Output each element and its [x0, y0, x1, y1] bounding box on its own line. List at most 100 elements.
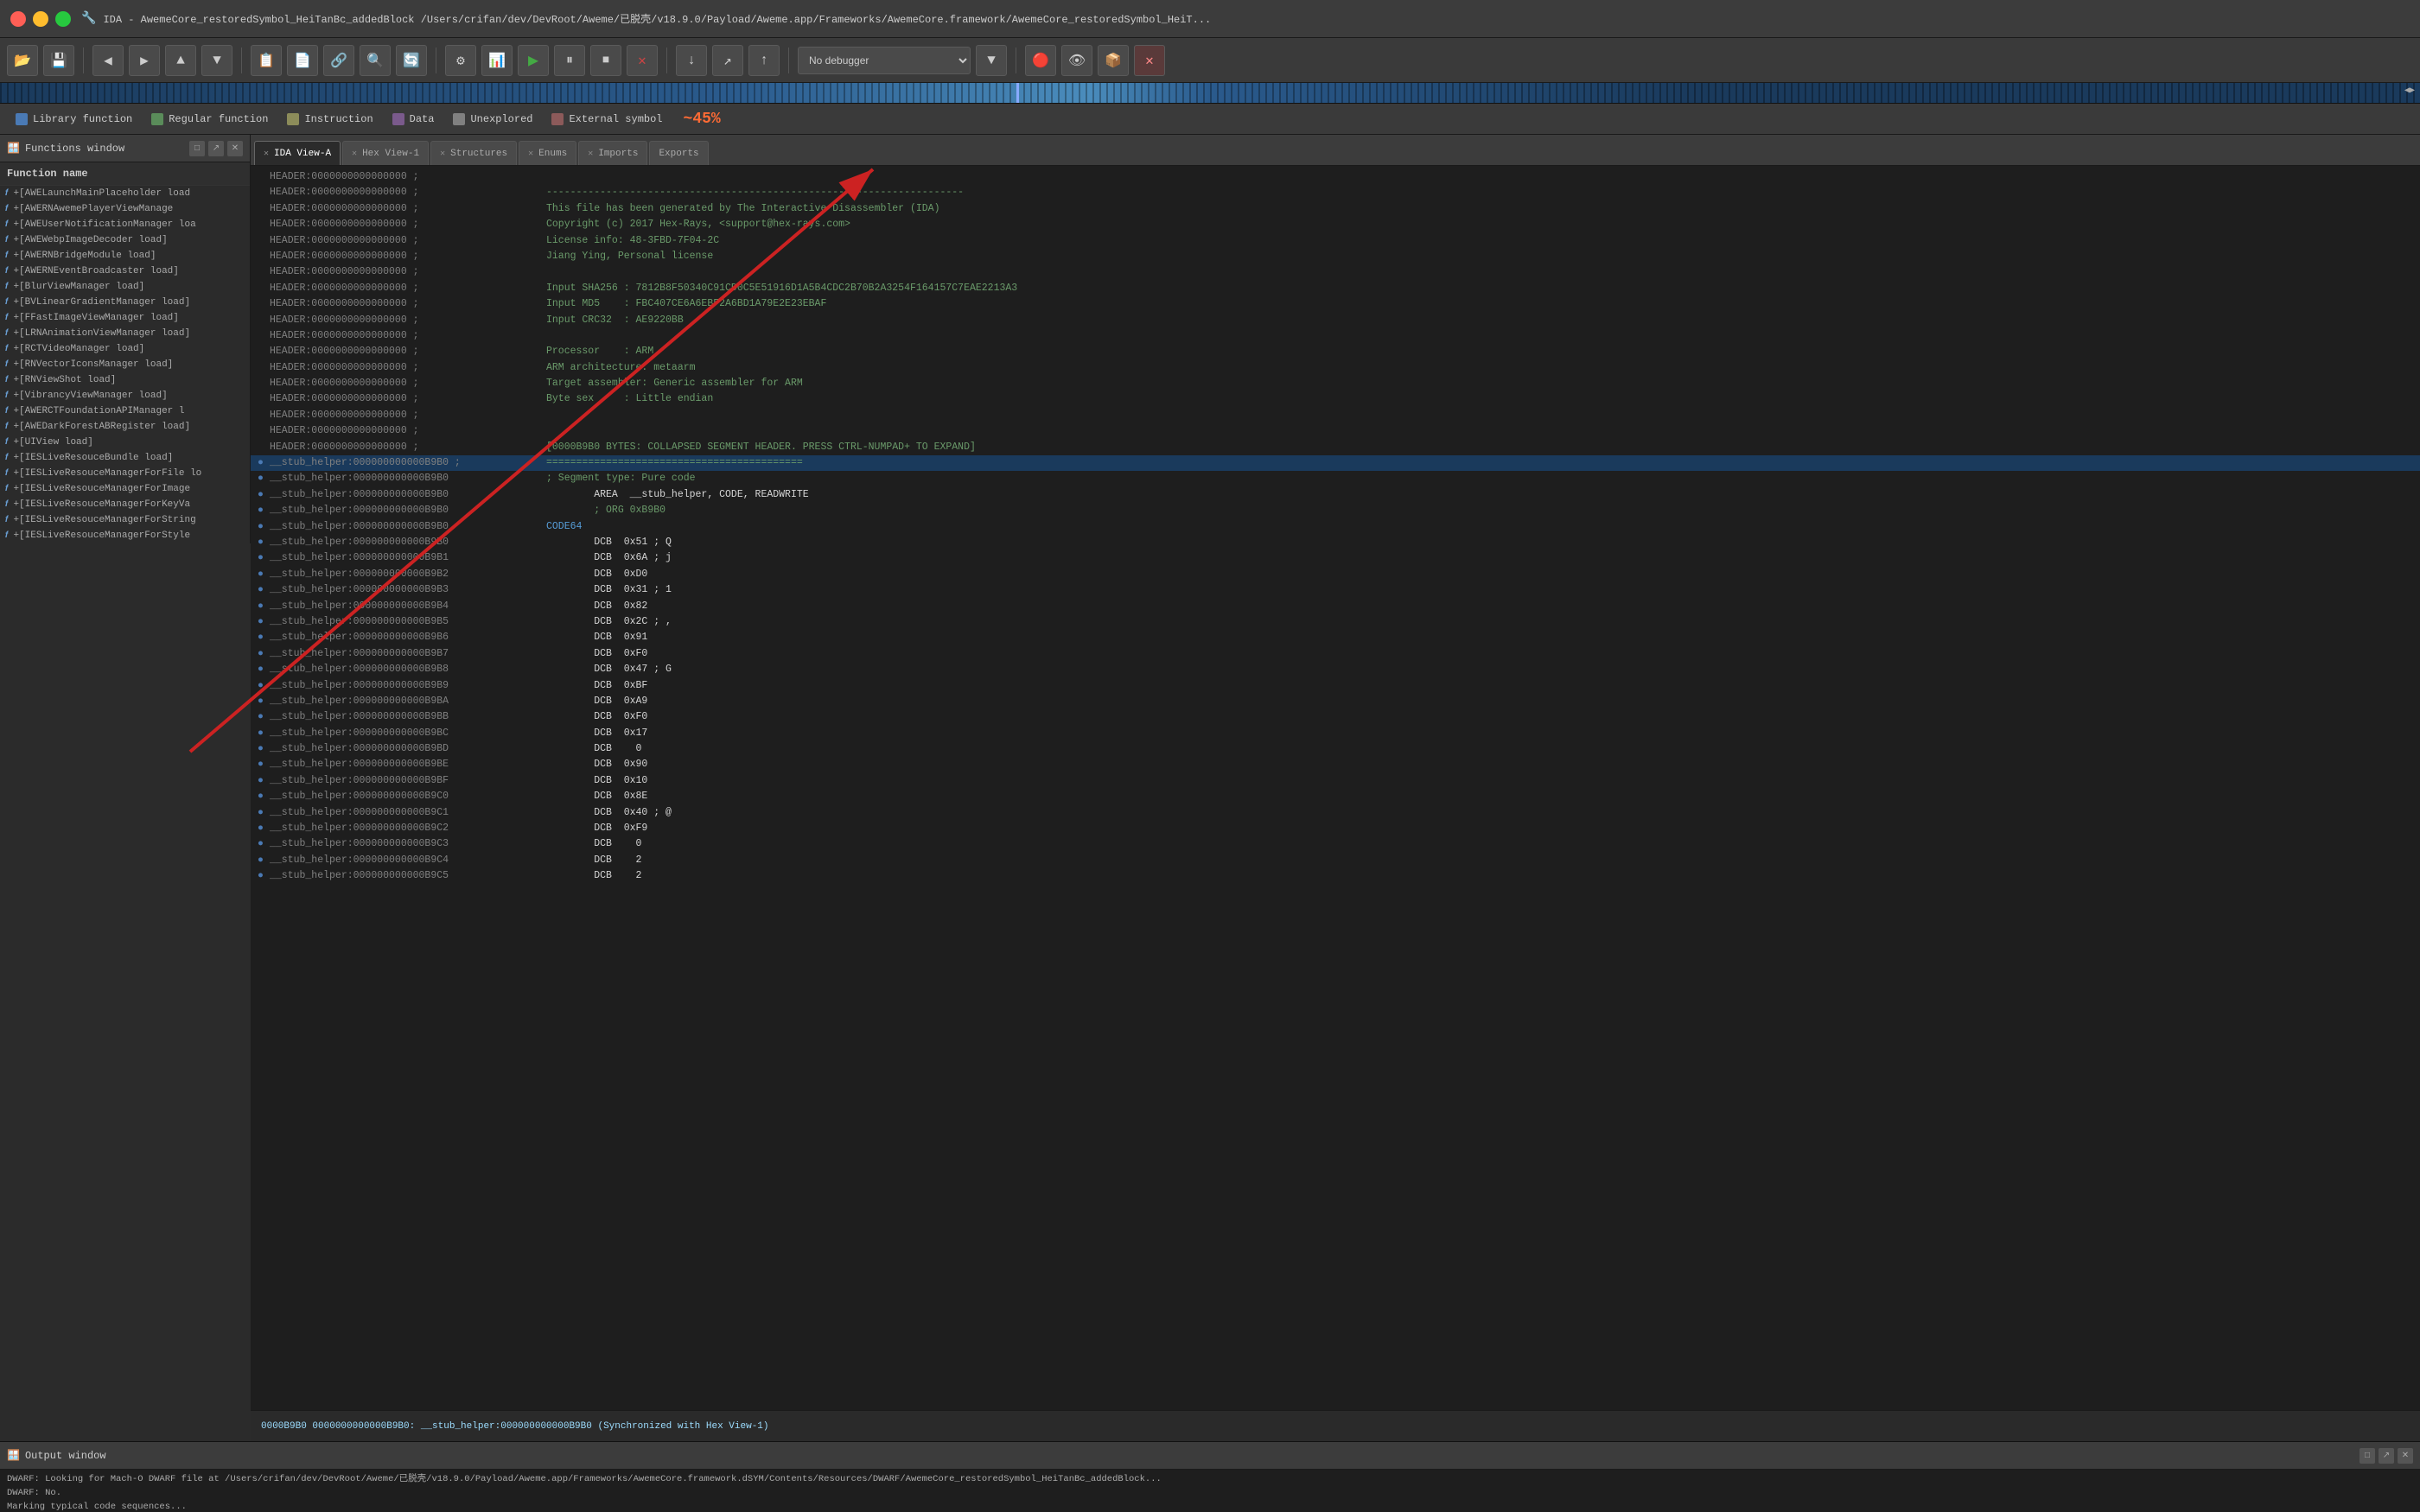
disasm-line[interactable]: ●__stub_helper:000000000000B9B0 AREA __s… [251, 487, 2420, 503]
disasm-line[interactable]: ●__stub_helper:000000000000B9C4 DCB 2 [251, 853, 2420, 868]
function-item[interactable]: 𝒇+[UIView load] [0, 435, 250, 450]
disasm-line[interactable]: ●__stub_helper:000000000000B9B2 DCB 0xD0 [251, 567, 2420, 582]
disasm-view[interactable]: HEADER:0000000000000000 ; HEADER:0000000… [251, 166, 2420, 1410]
disasm-line[interactable]: ●__stub_helper:000000000000B9B4 DCB 0x82 [251, 599, 2420, 614]
tab-hex-view[interactable]: ✕ Hex View-1 [342, 141, 429, 165]
tab-enums[interactable]: ✕ Enums [519, 141, 576, 165]
function-item[interactable]: 𝒇+[IESLiveResouceManagerForFile lo [0, 466, 250, 481]
disasm-line[interactable]: ●__stub_helper:000000000000B9C1 DCB 0x40… [251, 805, 2420, 821]
output-close[interactable]: ✕ [2398, 1448, 2413, 1464]
disasm-line[interactable]: ●__stub_helper:000000000000B9BE DCB 0x90 [251, 757, 2420, 772]
disasm-line[interactable]: HEADER:0000000000000000 ; [251, 169, 2420, 185]
toolbar-refresh[interactable]: 🔄 [396, 45, 427, 76]
debugger-select[interactable]: No debugger [798, 47, 971, 74]
function-item[interactable]: 𝒇+[IESLiveResouceManagerForString [0, 512, 250, 528]
tab-struct-close[interactable]: ✕ [440, 149, 445, 159]
toolbar-search[interactable]: 🔍 [360, 45, 391, 76]
function-item[interactable]: 𝒇+[IESLiveResouceBundle load] [0, 450, 250, 466]
toolbar-open[interactable]: 📂 [7, 45, 38, 76]
output-float[interactable]: ↗ [2379, 1448, 2394, 1464]
functions-list[interactable]: 𝒇+[AWELaunchMainPlaceholder load 𝒇+[AWERN… [0, 186, 250, 543]
legend-unexplored[interactable]: Unexplored [444, 110, 541, 129]
disasm-line[interactable]: HEADER:0000000000000000 ;Byte sex : Litt… [251, 391, 2420, 407]
disasm-line[interactable]: ●__stub_helper:000000000000B9C3 DCB 0 [251, 836, 2420, 852]
tab-disasm-close[interactable]: ✕ [264, 149, 269, 159]
disasm-line[interactable]: HEADER:0000000000000000 ;Input MD5 : FBC… [251, 296, 2420, 312]
disasm-line[interactable]: ●__stub_helper:000000000000B9C5 DCB 2 [251, 868, 2420, 884]
toolbar-breakpoint[interactable]: 🔴 [1025, 45, 1056, 76]
disasm-line[interactable]: ●__stub_helper:000000000000B9BC DCB 0x17 [251, 726, 2420, 741]
toolbar-xref[interactable]: 🔗 [323, 45, 354, 76]
disasm-line[interactable]: HEADER:0000000000000000 ;Input SHA256 : … [251, 281, 2420, 296]
disasm-line[interactable]: ●__stub_helper:000000000000B9B6 DCB 0x91 [251, 630, 2420, 645]
toolbar-up[interactable]: ▲ [165, 45, 196, 76]
tab-exports[interactable]: Exports [649, 141, 708, 165]
toolbar-graph[interactable]: 📊 [481, 45, 513, 76]
function-item[interactable]: 𝒇+[AWERCTFoundationAPIManager l [0, 403, 250, 419]
function-item[interactable]: 𝒇+[IESLiveResouceManagerForKeyVa [0, 497, 250, 512]
disasm-line[interactable]: ●__stub_helper:000000000000B9C2 DCB 0xF9 [251, 821, 2420, 836]
toolbar-step-out[interactable]: ↑ [748, 45, 780, 76]
legend-library[interactable]: Library function [7, 110, 141, 129]
disasm-line[interactable]: ●__stub_helper:000000000000B9B1 DCB 0x6A… [251, 550, 2420, 566]
toolbar-run[interactable]: ▶ [518, 45, 549, 76]
navigation-band[interactable]: ◀▶ [0, 83, 2420, 104]
toolbar-back[interactable]: ◀ [92, 45, 124, 76]
panel-minimize[interactable]: □ [189, 141, 205, 156]
toolbar-save[interactable]: 💾 [43, 45, 74, 76]
function-item[interactable]: 𝒇+[AWERNEventBroadcaster load] [0, 264, 250, 279]
toolbar-code[interactable]: 📄 [287, 45, 318, 76]
disasm-line[interactable]: HEADER:0000000000000000 ;Processor : ARM [251, 344, 2420, 359]
disasm-line[interactable]: ●__stub_helper:000000000000B9C0 DCB 0x8E [251, 789, 2420, 804]
toolbar-watch[interactable]: 👁 [1061, 45, 1092, 76]
disasm-line[interactable]: ●__stub_helper:000000000000B9BA DCB 0xA9 [251, 694, 2420, 709]
tab-disasm[interactable]: ✕ IDA View-A [254, 141, 341, 165]
panel-close[interactable]: ✕ [227, 141, 243, 156]
toolbar-step-over[interactable]: ↗ [712, 45, 743, 76]
toolbar-pause[interactable]: ⏸ [554, 45, 585, 76]
toolbar-debugger-settings[interactable]: ▼ [976, 45, 1007, 76]
disasm-line[interactable]: HEADER:0000000000000000 ;Jiang Ying, Per… [251, 249, 2420, 264]
disasm-line[interactable]: ●__stub_helper:000000000000B9B8 DCB 0x47… [251, 662, 2420, 677]
disasm-line[interactable]: HEADER:0000000000000000 ;Copyright (c) 2… [251, 217, 2420, 232]
tab-enums-close[interactable]: ✕ [528, 149, 533, 159]
tab-imports[interactable]: ✕ Imports [578, 141, 647, 165]
function-item[interactable]: 𝒇+[RCTVideoManager load] [0, 341, 250, 357]
maximize-button[interactable] [55, 11, 71, 27]
disasm-line[interactable]: ●__stub_helper:000000000000B9BB DCB 0xF0 [251, 709, 2420, 725]
legend-regular[interactable]: Regular function [143, 110, 277, 129]
toolbar-locals[interactable]: 📦 [1098, 45, 1129, 76]
toolbar-down[interactable]: ▼ [201, 45, 232, 76]
function-item[interactable]: 𝒇+[IESLiveResouceManagerForImage [0, 481, 250, 497]
disasm-line[interactable]: ●__stub_helper:000000000000B9B0CODE64 [251, 519, 2420, 535]
toolbar-stop[interactable]: ⏹ [590, 45, 621, 76]
disasm-line[interactable]: ●__stub_helper:000000000000B9B5 DCB 0x2C… [251, 614, 2420, 630]
function-item[interactable]: 𝒇+[AWELaunchMainPlaceholder load [0, 186, 250, 201]
legend-external[interactable]: External symbol [543, 110, 671, 129]
disasm-line[interactable]: ●__stub_helper:000000000000B9B3 DCB 0x31… [251, 582, 2420, 598]
function-item[interactable]: 𝒇+[AWERNBridgeModule load] [0, 248, 250, 264]
toolbar-step-into[interactable]: ↓ [676, 45, 707, 76]
function-item[interactable]: 𝒇+[AWEUserNotificationManager loa [0, 217, 250, 232]
function-item[interactable]: 𝒇+[LRNAnimationViewManager load] [0, 326, 250, 341]
function-item[interactable]: 𝒇+[BlurViewManager load] [0, 279, 250, 295]
legend-data[interactable]: Data [384, 110, 443, 129]
output-minimize[interactable]: □ [2360, 1448, 2375, 1464]
close-button[interactable] [10, 11, 26, 27]
toolbar-patch[interactable]: ⚙ [445, 45, 476, 76]
minimize-button[interactable] [33, 11, 48, 27]
function-item[interactable]: 𝒇+[RNVectorIconsManager load] [0, 357, 250, 372]
toolbar-close-debug[interactable]: ✕ [1134, 45, 1165, 76]
disasm-line[interactable]: ●__stub_helper:000000000000B9B0; Segment… [251, 471, 2420, 486]
disasm-line[interactable]: HEADER:0000000000000000 ; [251, 264, 2420, 280]
disasm-line[interactable]: ●__stub_helper:000000000000B9B0 ; ORG 0x… [251, 503, 2420, 518]
toolbar-hex[interactable]: 📋 [251, 45, 282, 76]
toolbar-terminate[interactable]: ✕ [627, 45, 658, 76]
function-item[interactable]: 𝒇+[FFastImageViewManager load] [0, 310, 250, 326]
disasm-line[interactable]: ●__stub_helper:000000000000B9BD DCB 0 [251, 741, 2420, 757]
tab-imports-close[interactable]: ✕ [588, 149, 593, 159]
function-item[interactable]: 𝒇+[AWEDarkForestABRegister load] [0, 419, 250, 435]
disasm-line[interactable]: HEADER:0000000000000000 ;Target assemble… [251, 376, 2420, 391]
disasm-line[interactable]: HEADER:0000000000000000 ;Input CRC32 : A… [251, 313, 2420, 328]
disasm-line[interactable]: HEADER:0000000000000000 ;ARM architectur… [251, 360, 2420, 376]
